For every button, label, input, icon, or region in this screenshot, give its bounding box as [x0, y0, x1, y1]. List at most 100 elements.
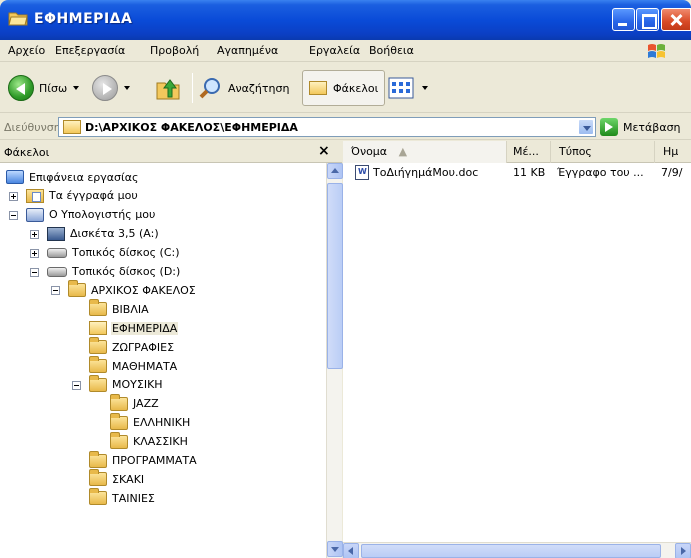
column-name[interactable]: Όνομα ▲	[343, 141, 507, 163]
window-title: ΕΦΗΜΕΡΙΔΑ	[34, 11, 133, 27]
tree-item[interactable]: ΑΡΧΙΚΟΣ ΦΑΚΕΛΟΣ	[68, 280, 197, 299]
menu-view[interactable]: Προβολή	[150, 44, 199, 57]
folder-icon	[63, 120, 81, 134]
file-name: ΤοΔιήγημάΜου.doc	[373, 166, 479, 179]
up-folder-icon	[156, 79, 180, 100]
collapse-icon[interactable]	[51, 286, 60, 296]
column-name-label: Όνομα	[351, 145, 388, 158]
address-value: D:\ΑΡΧΙΚΟΣ ΦΑΚΕΛΟΣ\ΕΦΗΜΕΡΙΔΑ	[85, 121, 298, 134]
folders-icon	[309, 81, 327, 95]
go-label: Μετάβαση	[623, 120, 681, 134]
views-button[interactable]	[386, 70, 428, 106]
tree-item[interactable]: ΠΡΟΓΡΑΜΜΑΤΑ	[89, 450, 198, 470]
back-label: Πίσω	[39, 81, 68, 95]
folder-icon	[8, 10, 28, 26]
tree-item[interactable]: ΚΛΑΣΣΙΚΗ	[110, 431, 189, 451]
tree-item[interactable]: Τα έγγραφά μου	[26, 187, 139, 205]
go-button[interactable]: Μετάβαση	[600, 118, 681, 136]
forward-button[interactable]	[92, 70, 130, 106]
chevron-down-icon	[73, 86, 80, 90]
tree-item-label: Τα έγγραφά μου	[49, 189, 138, 203]
tree-item[interactable]: ΕΦΗΜΕΡΙΔΑ	[89, 319, 179, 337]
expand-icon[interactable]	[30, 248, 39, 258]
collapse-icon[interactable]	[9, 210, 18, 220]
file-row[interactable]: ΤοΔιήγημάΜου.doc 11 KB Έγγραφο του ... 7…	[343, 164, 691, 182]
tree-item[interactable]: ΜΑΘΗΜΑΤΑ	[89, 356, 178, 375]
folder-icon	[89, 337, 107, 355]
close-button[interactable]	[661, 8, 691, 31]
open-folder-icon	[89, 321, 107, 336]
up-folder-button[interactable]	[155, 70, 181, 106]
folder-tree: Επιφάνεια εργασίας Τα έγγραφά μου Ο Υπολογ…	[0, 163, 326, 558]
folders-button[interactable]: Φάκελοι	[302, 70, 386, 106]
menu-edit[interactable]: Επεξεργασία	[55, 44, 125, 57]
tree-item-label: Τοπικός δίσκος (C:)	[72, 246, 180, 260]
tree-item[interactable]: ΖΩΓΡΑΦΙΕΣ	[89, 337, 175, 356]
tree-item-label: Τοπικός δίσκος (D:)	[72, 265, 181, 278]
tree-item-label: Επιφάνεια εργασίας	[29, 170, 139, 184]
menu-tools[interactable]: Εργαλεία	[309, 44, 360, 57]
expand-icon[interactable]	[30, 229, 39, 239]
column-type[interactable]: Τύπος	[551, 141, 655, 163]
menu-file[interactable]: Αρχείο	[8, 44, 45, 57]
folders-pane-title: Φάκελοι	[4, 146, 50, 159]
column-date[interactable]: Ημ	[655, 141, 691, 163]
folder-icon	[89, 356, 107, 373]
minimize-button[interactable]	[612, 8, 635, 31]
horizontal-scroll-thumb[interactable]	[361, 544, 661, 558]
tree-item[interactable]: Δισκέτα 3,5 (A:)	[47, 225, 160, 243]
my-documents-icon	[26, 188, 44, 203]
address-dropdown-button[interactable]	[578, 119, 594, 135]
forward-arrow-icon	[92, 75, 118, 101]
tree-item-label: ΜΑΘΗΜΑΤΑ	[112, 359, 178, 373]
collapse-icon[interactable]	[30, 267, 39, 277]
expand-icon[interactable]	[9, 191, 18, 201]
menu-favorites[interactable]: Αγαπημένα	[217, 44, 278, 57]
tree-item-label: Δισκέτα 3,5 (A:)	[70, 227, 159, 241]
folders-scrollbar[interactable]	[326, 163, 343, 558]
search-button[interactable]: Αναζήτηση	[198, 70, 289, 106]
file-date: 7/9/	[661, 166, 683, 179]
tree-item[interactable]: Τοπικός δίσκος (D:)	[47, 263, 181, 281]
drive-icon	[47, 266, 67, 277]
tree-item-label: ΑΡΧΙΚΟΣ ΦΑΚΕΛΟΣ	[91, 283, 196, 297]
maximize-button[interactable]	[636, 8, 659, 31]
tree-item-label: ΠΡΟΓΡΑΜΜΑΤΑ	[112, 454, 197, 467]
tree-item-label: ΤΑΙΝΙΕΣ	[112, 491, 155, 505]
tree-item[interactable]: ΤΑΙΝΙΕΣ	[89, 488, 156, 507]
scroll-left-button[interactable]	[343, 543, 359, 558]
close-pane-icon[interactable]: ×	[318, 143, 330, 159]
tree-item-label: ΕΛΛΗΝΙΚΗ	[133, 416, 191, 430]
tree-item[interactable]: ΒΙΒΛΙΑ	[89, 299, 150, 318]
tree-item[interactable]: Τοπικός δίσκος (C:)	[47, 244, 181, 262]
tree-item-label: ΒΙΒΛΙΑ	[112, 302, 149, 316]
tree-item-label: ΚΛΑΣΣΙΚΗ	[133, 435, 188, 449]
scroll-right-button[interactable]	[675, 543, 691, 558]
menu-help[interactable]: Βοήθεια	[369, 44, 414, 57]
folder-icon	[89, 374, 107, 392]
tree-item[interactable]: Ο Υπολογιστής μου	[26, 206, 156, 224]
toolbar-separator	[192, 73, 193, 103]
collapse-icon[interactable]	[72, 380, 81, 390]
address-label: Διεύθυνση	[4, 121, 61, 134]
tree-item[interactable]: ΣΚΑΚΙ	[89, 469, 145, 488]
sort-ascending-icon: ▲	[398, 145, 408, 158]
address-input[interactable]: D:\ΑΡΧΙΚΟΣ ΦΑΚΕΛΟΣ\ΕΦΗΜΕΡΙΔΑ	[58, 117, 596, 137]
windows-logo-icon	[648, 44, 665, 58]
chevron-down-icon	[124, 86, 130, 90]
scroll-down-button[interactable]	[327, 541, 343, 557]
views-icon	[388, 77, 414, 99]
folder-icon	[89, 488, 107, 506]
scroll-up-button[interactable]	[327, 163, 343, 179]
back-button[interactable]: Πίσω	[8, 70, 80, 106]
file-list-scrollbar[interactable]	[343, 542, 691, 558]
scroll-thumb[interactable]	[327, 183, 343, 369]
tree-item[interactable]: ΕΛΛΗΝΙΚΗ	[110, 412, 191, 432]
tree-item[interactable]: ΜΟΥΣΙΚΗ	[89, 374, 164, 394]
file-type: Έγγραφο του ...	[557, 166, 644, 179]
tree-item[interactable]: JAZZ	[110, 393, 160, 413]
tree-item[interactable]: Επιφάνεια εργασίας	[6, 168, 139, 186]
column-size[interactable]: Μέ...	[507, 141, 551, 163]
chevron-down-icon	[422, 86, 428, 90]
go-arrow-icon	[600, 118, 618, 136]
